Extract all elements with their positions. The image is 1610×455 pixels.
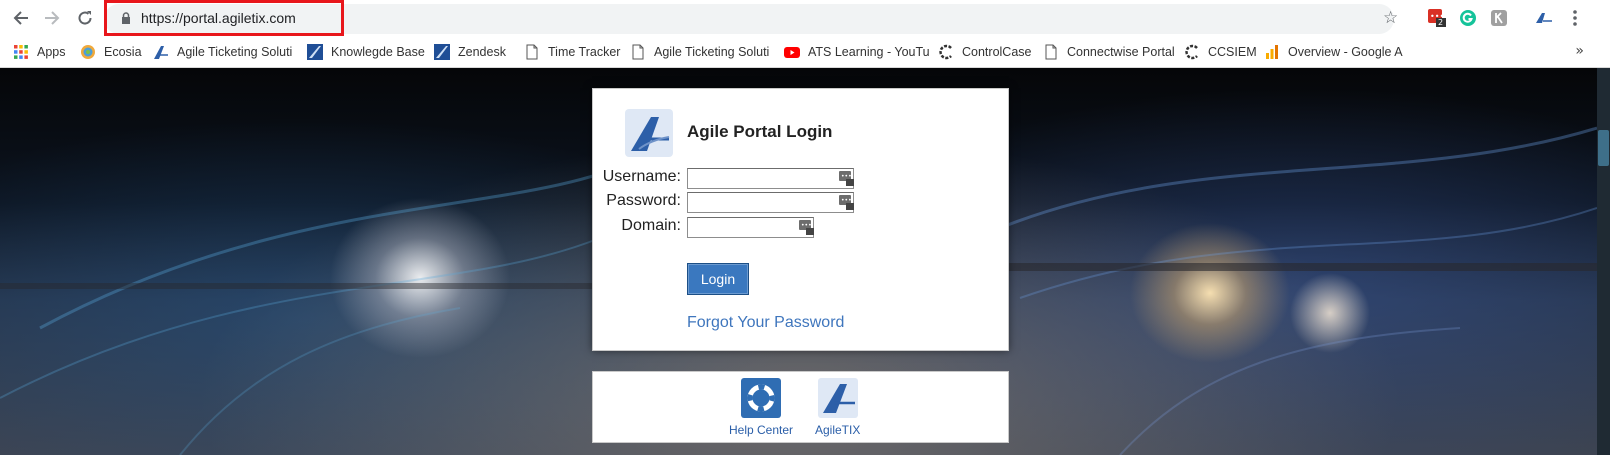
bookmark-label: Agile Ticketing Soluti bbox=[654, 45, 770, 59]
lifebuoy-icon bbox=[741, 378, 782, 418]
bookmark-ccsiem[interactable]: CCSIEM bbox=[1184, 43, 1257, 61]
bookmark-agile-ticketing-1[interactable]: Agile Ticketing Soluti bbox=[153, 43, 292, 61]
password-manager-icon[interactable]: ••• bbox=[839, 195, 854, 210]
back-button[interactable] bbox=[9, 6, 33, 30]
password-input[interactable] bbox=[687, 192, 854, 213]
grammarly-icon[interactable] bbox=[1459, 9, 1477, 27]
bookmark-label: Ecosia bbox=[104, 45, 142, 59]
browser-menu-icon[interactable] bbox=[1572, 9, 1582, 27]
extension-badge-icon[interactable]: ••• bbox=[1428, 9, 1446, 27]
bookmark-google-analytics[interactable]: Overview - Google A bbox=[1264, 43, 1403, 61]
youtube-icon bbox=[784, 47, 800, 58]
page-icon bbox=[1045, 44, 1057, 60]
bookmark-star-icon[interactable]: ☆ bbox=[1383, 8, 1398, 28]
agile-extension-icon[interactable] bbox=[1534, 9, 1552, 27]
forgot-password-link[interactable]: Forgot Your Password bbox=[687, 314, 844, 332]
zendesk-icon bbox=[434, 44, 450, 60]
quick-links-panel: Help Center AgileTIX bbox=[592, 371, 1009, 443]
bookmark-label: Zendesk bbox=[458, 45, 506, 59]
bookmarks-overflow-button[interactable]: » bbox=[1575, 43, 1584, 59]
bookmark-connectwise[interactable]: Connectwise Portal bbox=[1043, 43, 1175, 61]
bookmark-controlcase[interactable]: ControlCase bbox=[938, 43, 1031, 61]
forward-button[interactable] bbox=[40, 6, 64, 30]
password-manager-icon[interactable]: ••• bbox=[799, 220, 814, 235]
bookmark-zendesk[interactable]: Zendesk bbox=[434, 43, 506, 61]
extension-badge-count: 2 bbox=[1438, 18, 1444, 27]
scrollbar-thumb[interactable] bbox=[1598, 130, 1609, 166]
back-arrow-icon bbox=[13, 11, 28, 25]
bookmarks-bar: Apps Ecosia Agile Ticketing Soluti Knowl… bbox=[0, 36, 1610, 68]
username-input[interactable] bbox=[687, 168, 854, 189]
bookmark-knowledge-base[interactable]: Knowlegde Base bbox=[307, 43, 425, 61]
forward-arrow-icon bbox=[45, 11, 60, 25]
bookmark-label: Agile Ticketing Soluti bbox=[177, 45, 293, 59]
bookmark-label: ControlCase bbox=[962, 45, 1032, 59]
bookmark-label: Apps bbox=[37, 45, 66, 59]
page-icon bbox=[632, 44, 644, 60]
help-center-link[interactable]: Help Center bbox=[729, 378, 793, 437]
controlcase-icon bbox=[939, 44, 952, 60]
svg-text:•••: ••• bbox=[841, 197, 852, 204]
extension-gray-icon[interactable] bbox=[1490, 9, 1508, 27]
agiletix-link[interactable]: AgileTIX bbox=[815, 378, 860, 437]
agile-icon bbox=[154, 46, 168, 59]
login-title: Agile Portal Login bbox=[687, 122, 833, 141]
domain-input[interactable] bbox=[687, 217, 814, 238]
url-highlight-box bbox=[104, 0, 344, 36]
bookmark-label: Knowlegde Base bbox=[331, 45, 425, 59]
ecosia-icon bbox=[81, 45, 95, 59]
apps-grid-icon bbox=[14, 45, 28, 59]
login-panel: Agile Portal Login Username: ••• Passwor… bbox=[592, 88, 1009, 351]
svg-text:•••: ••• bbox=[801, 222, 812, 229]
bookmark-label: Time Tracker bbox=[548, 45, 621, 59]
reload-icon bbox=[78, 11, 92, 25]
help-center-label: Help Center bbox=[729, 423, 794, 437]
agile-logo-icon bbox=[817, 378, 858, 418]
controlcase-icon bbox=[1185, 44, 1198, 60]
agile-logo-icon bbox=[625, 109, 673, 157]
svg-text:•••: ••• bbox=[841, 173, 852, 180]
bookmark-agile-ticketing-2[interactable]: Agile Ticketing Soluti bbox=[630, 43, 769, 61]
page-icon bbox=[526, 44, 538, 60]
agiletix-label: AgileTIX bbox=[815, 423, 861, 437]
reload-button[interactable] bbox=[73, 6, 97, 30]
login-button[interactable]: Login bbox=[687, 263, 749, 295]
bookmark-label: CCSIEM bbox=[1208, 45, 1257, 59]
password-manager-icon[interactable]: ••• bbox=[839, 171, 854, 186]
page-scrollbar[interactable] bbox=[1597, 68, 1610, 455]
bookmark-label: Connectwise Portal bbox=[1067, 45, 1175, 59]
bookmark-label: Overview - Google A bbox=[1288, 45, 1403, 59]
browser-toolbar: https://portal.agiletix.com ☆ ••• 2 bbox=[0, 0, 1610, 36]
bookmark-ecosia[interactable]: Ecosia bbox=[80, 43, 142, 61]
domain-label: Domain: bbox=[621, 217, 681, 234]
bookmark-ats-learning[interactable]: ATS Learning - YouTu bbox=[784, 43, 930, 61]
knowledge-base-icon bbox=[307, 44, 323, 60]
login-page-background: Agile Portal Login Username: ••• Passwor… bbox=[0, 68, 1610, 455]
bookmark-apps[interactable]: Apps bbox=[13, 43, 66, 61]
analytics-icon bbox=[1266, 45, 1278, 59]
bookmark-time-tracker[interactable]: Time Tracker bbox=[524, 43, 620, 61]
bookmark-label: ATS Learning - YouTu bbox=[808, 45, 930, 59]
username-label: Username: bbox=[602, 168, 681, 185]
password-label: Password: bbox=[606, 192, 681, 209]
